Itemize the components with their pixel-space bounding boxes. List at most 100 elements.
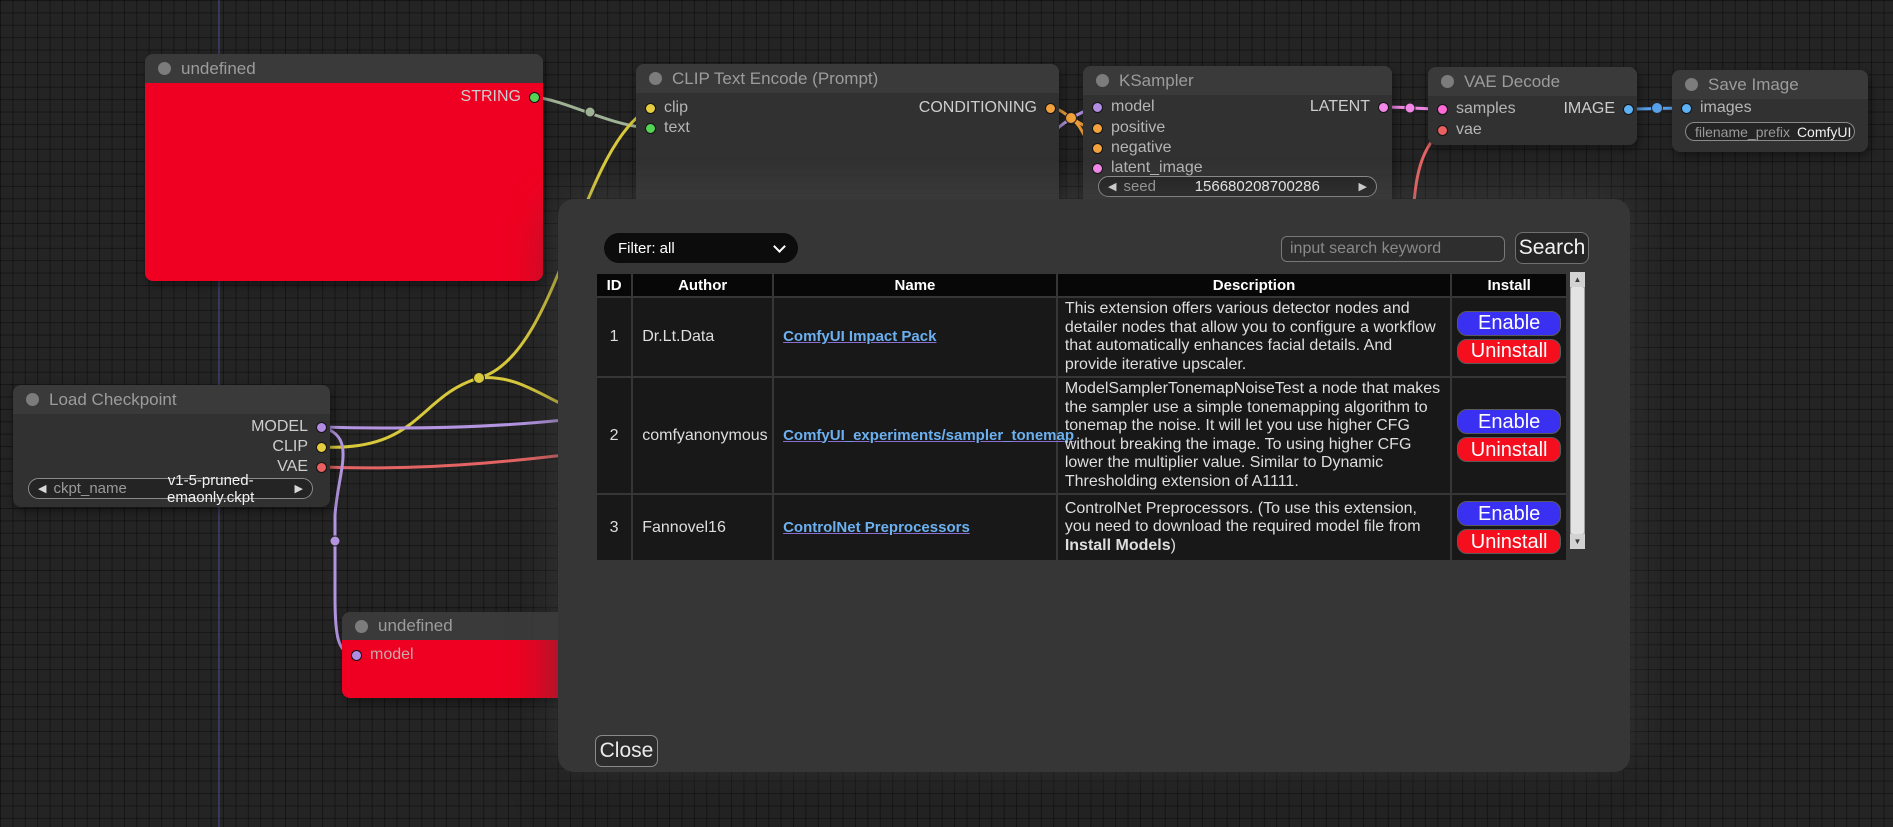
node-title: undefined — [181, 59, 256, 79]
search-input[interactable] — [1281, 236, 1505, 262]
latent-port-icon[interactable] — [1437, 104, 1448, 115]
table-scrollbar[interactable]: ▲ ▼ — [1570, 272, 1585, 549]
cell-install: Enable Uninstall — [1451, 377, 1567, 494]
ckpt-name-widget[interactable]: ◀ ckpt_name v1-5-pruned-emaonly.ckpt ▶ — [28, 478, 313, 499]
reroute-dot-conditioning[interactable] — [1066, 113, 1077, 124]
model-port-icon[interactable] — [316, 422, 327, 433]
table-row: 3 Fannovel16 ControlNet Preprocessors Co… — [596, 494, 1567, 561]
description-text: ControlNet Preprocessors. (To use this e… — [1065, 500, 1421, 536]
cell-id: 2 — [596, 377, 632, 494]
enable-button[interactable]: Enable — [1457, 501, 1561, 526]
cell-install: Enable Uninstall — [1451, 494, 1567, 561]
vae-port-icon[interactable] — [1437, 125, 1448, 136]
model-port-icon[interactable] — [351, 650, 362, 661]
search-button[interactable]: Search — [1515, 232, 1589, 264]
port-vae-input[interactable]: vae — [1437, 122, 1482, 138]
extension-link[interactable]: ComfyUI Impact Pack — [783, 328, 936, 345]
extension-link[interactable]: ControlNet Preprocessors — [783, 519, 970, 536]
enable-button[interactable]: Enable — [1457, 409, 1561, 434]
node-title-bar[interactable]: undefined — [145, 54, 543, 83]
port-label: STRING — [461, 88, 521, 106]
node-title-bar[interactable]: KSampler — [1083, 66, 1392, 95]
node-undefined-top[interactable]: undefined STRING — [145, 54, 543, 281]
node-title: undefined — [378, 616, 453, 636]
node-title-bar[interactable]: CLIP Text Encode (Prompt) — [636, 64, 1059, 93]
cell-author: comfyanonymous — [632, 377, 773, 494]
node-status-dot-icon — [1685, 78, 1698, 91]
port-conditioning-output[interactable]: CONDITIONING — [919, 100, 1056, 116]
widget-value[interactable]: 156680208700286 — [1163, 178, 1352, 195]
reroute-dot-model[interactable] — [330, 536, 340, 546]
increment-arrow-icon[interactable]: ▶ — [1359, 180, 1367, 193]
port-image-output[interactable]: IMAGE — [1563, 101, 1634, 117]
enable-button[interactable]: Enable — [1457, 311, 1561, 336]
node-title-bar[interactable]: undefined — [342, 612, 565, 640]
conditioning-port-icon[interactable] — [1045, 103, 1056, 114]
uninstall-button[interactable]: Uninstall — [1457, 529, 1561, 554]
cell-install: Enable Uninstall — [1451, 297, 1567, 377]
reroute-dot-image[interactable] — [1652, 103, 1663, 114]
uninstall-button[interactable]: Uninstall — [1457, 339, 1561, 364]
clip-port-icon[interactable] — [645, 103, 656, 114]
node-ksampler[interactable]: KSampler model positive negative latent_… — [1083, 66, 1392, 208]
text-port-icon[interactable] — [645, 123, 656, 134]
close-button[interactable]: Close — [595, 735, 658, 767]
widget-value[interactable]: v1-5-pruned-emaonly.ckpt — [134, 472, 288, 506]
prev-arrow-icon[interactable]: ◀ — [38, 482, 46, 495]
node-vae-decode[interactable]: VAE Decode samples vae IMAGE — [1428, 67, 1637, 145]
model-port-icon[interactable] — [1092, 102, 1103, 113]
port-samples-input[interactable]: samples — [1437, 101, 1516, 117]
conditioning-port-icon[interactable] — [1092, 143, 1103, 154]
image-port-icon[interactable] — [1681, 103, 1692, 114]
clip-port-icon[interactable] — [316, 442, 327, 453]
filename-prefix-widget[interactable]: filename_prefix ComfyUI — [1685, 122, 1855, 141]
node-title-bar[interactable]: VAE Decode — [1428, 67, 1637, 96]
port-clip-output[interactable]: CLIP — [272, 439, 327, 455]
latent-port-icon[interactable] — [1378, 102, 1389, 113]
port-text-input[interactable]: text — [645, 120, 690, 136]
scrollbar-thumb[interactable] — [1571, 287, 1584, 534]
reroute-dot-latent[interactable] — [1405, 103, 1415, 113]
reroute-dot-clip[interactable] — [474, 373, 485, 384]
cell-author: Fannovel16 — [632, 494, 773, 561]
node-load-checkpoint[interactable]: Load Checkpoint MODEL CLIP VAE ◀ ckpt_na… — [13, 385, 330, 507]
port-images-input[interactable]: images — [1681, 100, 1752, 116]
table-header-row: ID Author Name Description Install — [596, 273, 1567, 297]
extension-link[interactable]: ComfyUI_experiments/sampler_tonemap — [783, 427, 1074, 444]
vae-port-icon[interactable] — [316, 462, 327, 473]
node-save-image[interactable]: Save Image images filename_prefix ComfyU… — [1672, 70, 1868, 152]
node-title-bar[interactable]: Load Checkpoint — [13, 385, 330, 414]
seed-widget[interactable]: ◀ seed 156680208700286 ▶ — [1098, 176, 1377, 197]
reroute-dot-string[interactable] — [585, 107, 595, 117]
port-latent-output[interactable]: LATENT — [1310, 99, 1389, 115]
uninstall-button[interactable]: Uninstall — [1457, 437, 1561, 462]
widget-value[interactable]: ComfyUI — [1797, 124, 1851, 140]
port-model-input[interactable]: model — [1092, 99, 1155, 115]
scroll-up-icon[interactable]: ▲ — [1570, 272, 1585, 287]
latent-port-icon[interactable] — [1092, 163, 1103, 174]
scroll-down-icon[interactable]: ▼ — [1570, 534, 1585, 549]
port-model-output[interactable]: MODEL — [251, 419, 327, 435]
port-string-output[interactable]: STRING — [461, 89, 540, 105]
description-text: This extension offers various detector n… — [1065, 300, 1436, 373]
node-title-bar[interactable]: Save Image — [1672, 70, 1868, 99]
node-undefined-bottom[interactable]: undefined model — [342, 612, 565, 698]
next-arrow-icon[interactable]: ▶ — [295, 482, 303, 495]
decrement-arrow-icon[interactable]: ◀ — [1108, 180, 1116, 193]
port-negative-input[interactable]: negative — [1092, 140, 1172, 156]
port-clip-input[interactable]: clip — [645, 100, 688, 116]
image-port-icon[interactable] — [1623, 104, 1634, 115]
node-graph-canvas[interactable]: undefined STRING CLIP Text Encode (Promp… — [0, 0, 1893, 827]
chevron-down-icon — [773, 240, 786, 253]
header-id: ID — [596, 273, 632, 297]
port-positive-input[interactable]: positive — [1092, 120, 1165, 136]
string-port-icon[interactable] — [529, 92, 540, 103]
custom-nodes-manager-dialog: Filter: all Search ID Author Name Descri… — [558, 199, 1630, 772]
port-latent-image-input[interactable]: latent_image — [1092, 160, 1203, 176]
port-label: LATENT — [1310, 98, 1370, 116]
header-description: Description — [1057, 273, 1451, 297]
port-model-input[interactable]: model — [351, 647, 414, 663]
conditioning-port-icon[interactable] — [1092, 123, 1103, 134]
header-name: Name — [773, 273, 1057, 297]
filter-select[interactable]: Filter: all — [604, 233, 798, 263]
